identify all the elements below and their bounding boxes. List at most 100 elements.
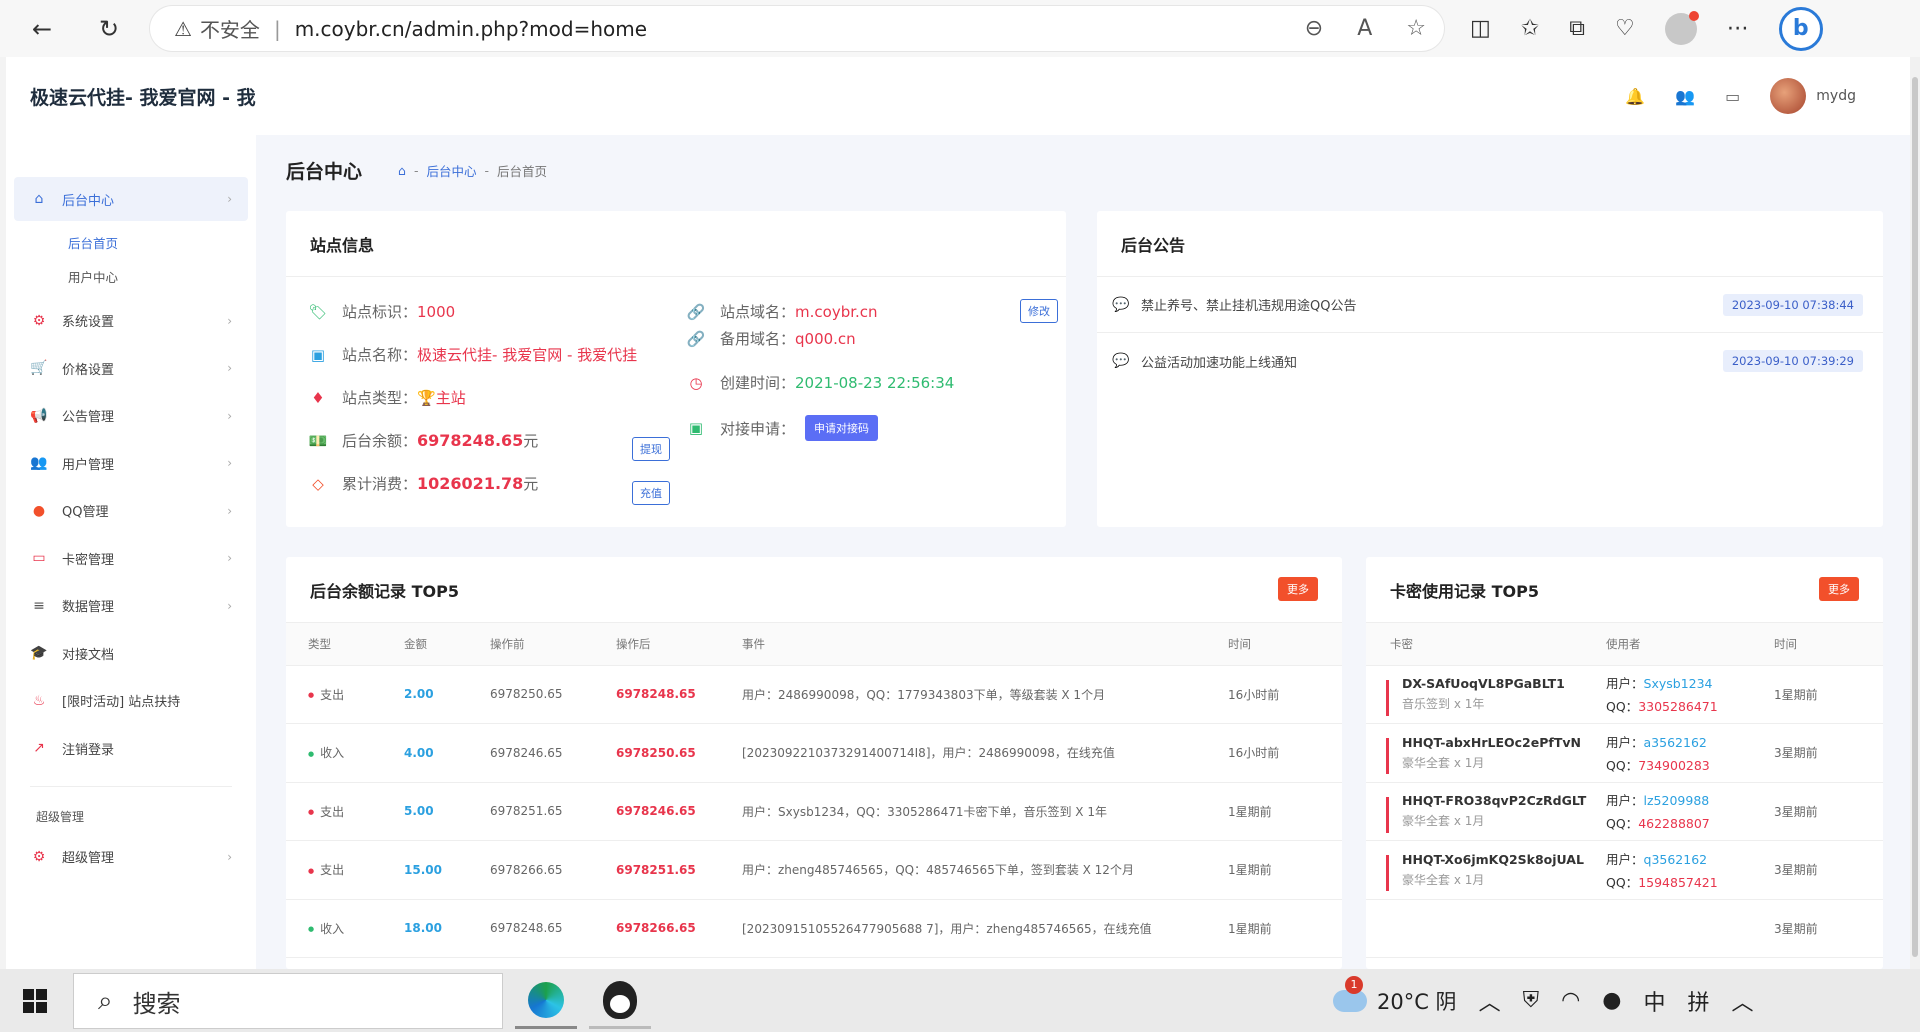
- group-icon[interactable]: 👥: [1675, 87, 1695, 106]
- tag-icon: 🏷: [308, 302, 328, 321]
- card-marker: [1386, 679, 1389, 716]
- bing-icon[interactable]: b: [1778, 6, 1823, 51]
- site-name-value: 极速云代挂- 我爱官网 - 我爱代挂: [417, 346, 638, 364]
- favorite-star-icon[interactable]: ☆: [1406, 16, 1426, 41]
- card-time: 3星期前: [1774, 840, 1883, 900]
- id-card-icon: ▣: [688, 419, 704, 437]
- sidebar-item-cards[interactable]: ▭ 卡密管理 ›: [14, 535, 248, 583]
- sidebar-item-notice[interactable]: 📢 公告管理 ›: [14, 392, 248, 440]
- profile-avatar[interactable]: [1664, 10, 1699, 45]
- qq-penguin-icon: [603, 980, 637, 1019]
- card-code: HHQT-FRO38qvP2CzRdGLT: [1402, 793, 1587, 809]
- address-bar[interactable]: ⚠ 不安全 | m.coybr.cn/admin.php?mod=home ⊖ …: [150, 6, 1444, 51]
- qq-tray-icon[interactable]: ●: [1602, 988, 1621, 1013]
- record-event: 用户：2486990098，QQ：1779343803下单，等级套装 X 1个月: [742, 665, 1228, 724]
- ime-pinyin[interactable]: 拼: [1688, 985, 1710, 1017]
- sidebar-item-price[interactable]: 🛒 价格设置 ›: [14, 345, 248, 393]
- sidebar-item-logout[interactable]: ↗ 注销登录: [14, 725, 248, 773]
- search-icon: ⌕: [98, 985, 113, 1016]
- sidebar-item-dashboard[interactable]: ⌂ 后台中心 ›: [14, 177, 248, 221]
- backup-domain-row: 🔗 备用域名： q000.cn: [686, 328, 856, 349]
- favorites-icon[interactable]: ✩: [1521, 16, 1539, 41]
- card-time: 3星期前: [1774, 782, 1883, 841]
- sidebar-subitem-home[interactable]: 后台首页: [14, 225, 248, 259]
- sidebar-subitem-user-center[interactable]: 用户中心: [14, 259, 248, 293]
- sidebar-item-docs[interactable]: 🎓 对接文档: [14, 630, 248, 678]
- back-arrow-icon[interactable]: ←: [22, 9, 62, 49]
- edit-button[interactable]: 修改: [1020, 299, 1058, 323]
- more-button[interactable]: 更多: [1819, 577, 1859, 601]
- notice-text[interactable]: 禁止养号、禁止挂机违规用途QQ公告: [1141, 295, 1356, 314]
- table-row: 3星期前: [1366, 899, 1883, 958]
- recharge-button[interactable]: 充值: [632, 481, 670, 505]
- breadcrumb-separator: -: [413, 163, 419, 178]
- wifi-icon[interactable]: ◠: [1561, 988, 1580, 1013]
- notice-text[interactable]: 公益活动加速功能上线通知: [1141, 352, 1297, 371]
- sidebar-item-data[interactable]: ≡ 数据管理 ›: [14, 582, 248, 630]
- table-row: 收入 4.00 6978246.65 6978250.65 [202309221…: [286, 723, 1342, 783]
- sidebar-item-label: 超级管理: [62, 851, 115, 867]
- shield-icon[interactable]: ⛨: [1523, 988, 1540, 1013]
- taskbar-search-label: 搜索: [132, 989, 181, 1018]
- url-text[interactable]: m.coybr.cn/admin.php?mod=home: [295, 17, 647, 41]
- health-icon[interactable]: ♡: [1615, 16, 1635, 41]
- apply-dock-button[interactable]: 申请对接码: [805, 415, 879, 441]
- scrollbar-thumb[interactable]: [1912, 77, 1918, 957]
- breadcrumb-item: 后台首页: [497, 164, 548, 179]
- taskbar-search-box[interactable]: ⌕ 搜索: [73, 973, 503, 1029]
- card-desc: 豪华全套 x 1月: [1402, 814, 1485, 829]
- avatar[interactable]: [1770, 78, 1807, 114]
- sidebar-item-system[interactable]: ⚙ 系统设置 ›: [14, 297, 248, 345]
- spent-unit: 元: [523, 475, 539, 493]
- table-row: HHQT-FRO38qvP2CzRdGLT 豪华全套 x 1月 用户：lz520…: [1366, 782, 1883, 841]
- read-aloud-icon[interactable]: A: [1357, 16, 1372, 41]
- page-scrollbar[interactable]: [1910, 57, 1920, 969]
- taskbar-qq[interactable]: [589, 973, 651, 1029]
- card-qq: QQ：3305286471: [1606, 696, 1774, 715]
- split-screen-icon[interactable]: ◫: [1470, 16, 1491, 41]
- card-desc: 豪华全套 x 1月: [1402, 755, 1485, 770]
- collections-icon[interactable]: ⧉: [1569, 16, 1585, 41]
- sidebar-item-users[interactable]: 👥 用户管理 ›: [14, 440, 248, 488]
- more-button[interactable]: 更多: [1278, 577, 1318, 601]
- id-card-icon: ▣: [310, 345, 326, 364]
- withdraw-button[interactable]: 提现: [632, 437, 670, 461]
- card-user-value: Sxysb1234: [1643, 676, 1713, 692]
- notice-item[interactable]: 💬 禁止养号、禁止挂机违规用途QQ公告 2023-09-10 07:38:44: [1097, 277, 1883, 333]
- sidebar-section-title: 超级管理: [36, 809, 85, 824]
- record-time: 1星期前: [1228, 782, 1342, 841]
- windows-start-icon[interactable]: [0, 969, 70, 1032]
- sidebar-item-label: 卡密管理: [62, 552, 115, 568]
- home-icon[interactable]: ⌂: [398, 163, 406, 178]
- notice-item[interactable]: 💬 公益活动加速功能上线通知 2023-09-10 07:39:29: [1097, 333, 1883, 389]
- domain-value[interactable]: m.coybr.cn: [795, 303, 878, 321]
- weather-widget[interactable]: 1 20°C 阴: [1333, 975, 1457, 1016]
- wallet-icon[interactable]: ▭: [1725, 87, 1740, 106]
- card-qq-value: 3305286471: [1638, 699, 1718, 715]
- chevron-up-icon[interactable]: ︿: [1479, 985, 1501, 1017]
- link-icon: 🔗: [686, 329, 706, 348]
- card-user-value: lz5209988: [1643, 793, 1710, 809]
- backup-domain-value[interactable]: q000.cn: [795, 330, 856, 348]
- record-before: 6978266.65: [490, 840, 616, 900]
- more-menu-icon[interactable]: ⋯: [1727, 16, 1749, 41]
- user-name[interactable]: mydg: [1816, 88, 1856, 104]
- record-type: 收入: [308, 922, 344, 936]
- breadcrumb-item[interactable]: 后台中心: [426, 161, 476, 180]
- brand-title[interactable]: 极速云代挂- 我爱官网 - 我: [6, 57, 256, 135]
- sidebar-item-qq[interactable]: ● QQ管理 ›: [14, 487, 248, 535]
- card-time: 3星期前: [1774, 723, 1883, 783]
- card-time: 3星期前: [1774, 899, 1883, 958]
- bell-icon[interactable]: 🔔: [1625, 87, 1645, 106]
- taskbar-edge[interactable]: [515, 973, 577, 1029]
- chevron-right-icon: ›: [227, 361, 232, 376]
- link-icon: 🔗: [686, 302, 706, 321]
- sidebar-item-super-admin[interactable]: ⚙ 超级管理 ›: [14, 833, 248, 881]
- sidebar-item-promotion[interactable]: ♨ [限时活动] 站点扶持: [14, 677, 248, 725]
- reload-icon[interactable]: ↻: [89, 9, 129, 49]
- address-separator: |: [273, 16, 281, 41]
- chevron-up-icon[interactable]: ︿: [1732, 985, 1754, 1017]
- record-after: 6978251.65: [616, 862, 696, 877]
- zoom-icon[interactable]: ⊖: [1305, 16, 1323, 41]
- ime-mode[interactable]: 中: [1644, 985, 1666, 1017]
